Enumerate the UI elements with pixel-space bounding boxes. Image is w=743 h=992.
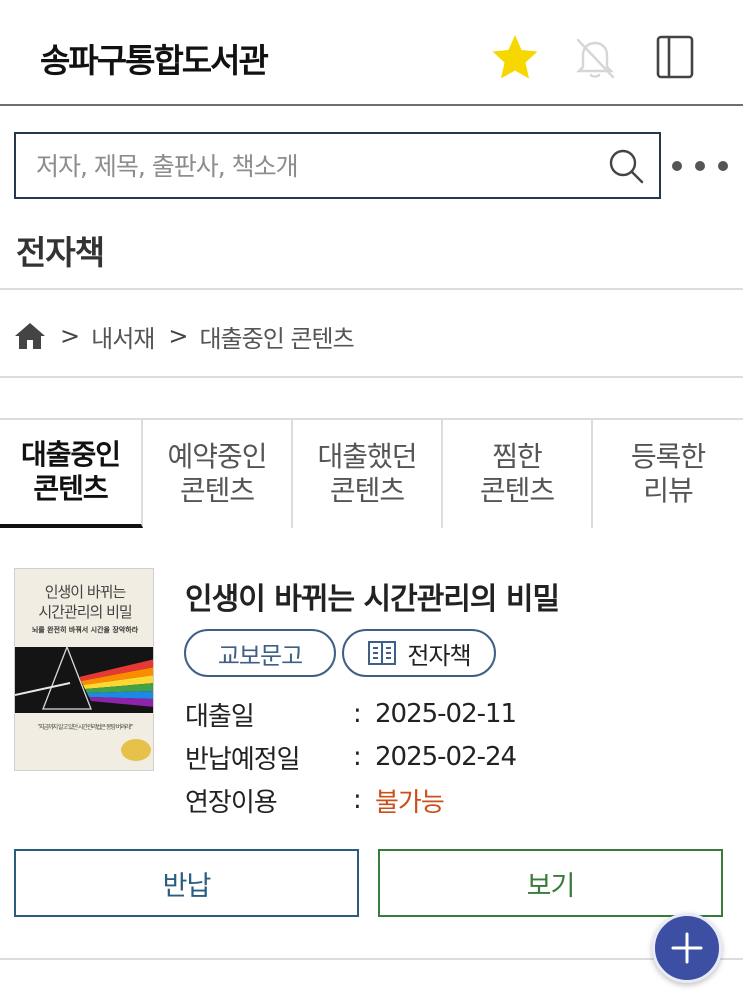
ebook-type-label: 전자책	[407, 641, 471, 670]
tab-borrowed-history[interactable]: 대출했던 콘텐츠	[293, 420, 443, 528]
tab-bar: 대출중인 콘텐츠 예약중인 콘텐츠 대출했던 콘텐츠 찜한 콘텐츠 등록한 리뷰	[0, 418, 743, 528]
divider	[0, 958, 743, 960]
app-title: 송파구통합도서관	[40, 41, 269, 80]
loan-date-label: 대출일	[185, 701, 255, 732]
more-icon[interactable]	[672, 152, 728, 180]
book-title[interactable]: 인생이 바뀌는 시간관리의 비밀	[185, 574, 560, 618]
book-icon[interactable]	[648, 30, 702, 84]
breadcrumb-item-current[interactable]: 대출중인 콘텐츠	[199, 319, 354, 354]
return-button[interactable]: 반납	[14, 849, 359, 917]
book-cover-image[interactable]: 인생이 바뀌는 시간관리의 비밀 뇌를 완전히 바꿔서 시간을 장악하라 "지금…	[14, 568, 154, 771]
ebook-type-badge[interactable]: 전자책	[342, 629, 496, 677]
view-button[interactable]: 보기	[378, 849, 723, 917]
home-icon[interactable]	[14, 321, 46, 351]
tab-borrowing[interactable]: 대출중인 콘텐츠	[0, 420, 143, 528]
breadcrumb-item-my-library[interactable]: 내서재	[91, 319, 155, 354]
search-input[interactable]	[36, 146, 606, 186]
loan-date-value: 2025-02-11	[375, 699, 517, 729]
renew-status: 불가능	[375, 787, 445, 818]
due-date-label: 반납예정일	[185, 744, 301, 775]
plus-icon	[671, 932, 703, 964]
due-date-value: 2025-02-24	[375, 742, 517, 772]
page-title: 전자책	[16, 233, 105, 272]
publisher-badge[interactable]: 교보문고	[184, 629, 336, 677]
renew-row: 연장이용 : 불가능	[185, 782, 445, 818]
floating-add-button[interactable]	[652, 913, 722, 983]
search-box	[14, 132, 661, 199]
divider	[0, 288, 743, 290]
search-icon[interactable]	[607, 147, 645, 185]
loan-date-row: 대출일 : 2025-02-11	[185, 696, 517, 732]
breadcrumb: > 내서재 > 대출중인 콘텐츠	[14, 316, 355, 356]
tab-reserved[interactable]: 예약중인 콘텐츠	[143, 420, 293, 528]
tab-reviews[interactable]: 등록한 리뷰	[593, 420, 743, 528]
due-date-row: 반납예정일 : 2025-02-24	[185, 739, 517, 775]
tab-wishlist[interactable]: 찜한 콘텐츠	[443, 420, 593, 528]
app-header: 송파구통합도서관	[0, 0, 743, 106]
ebook-icon	[368, 641, 397, 665]
bell-off-icon[interactable]	[568, 30, 622, 84]
renew-label: 연장이용	[185, 787, 278, 818]
breadcrumb-separator: >	[60, 322, 80, 350]
star-icon[interactable]	[488, 30, 542, 84]
breadcrumb-separator: >	[168, 322, 188, 350]
divider	[0, 376, 743, 378]
